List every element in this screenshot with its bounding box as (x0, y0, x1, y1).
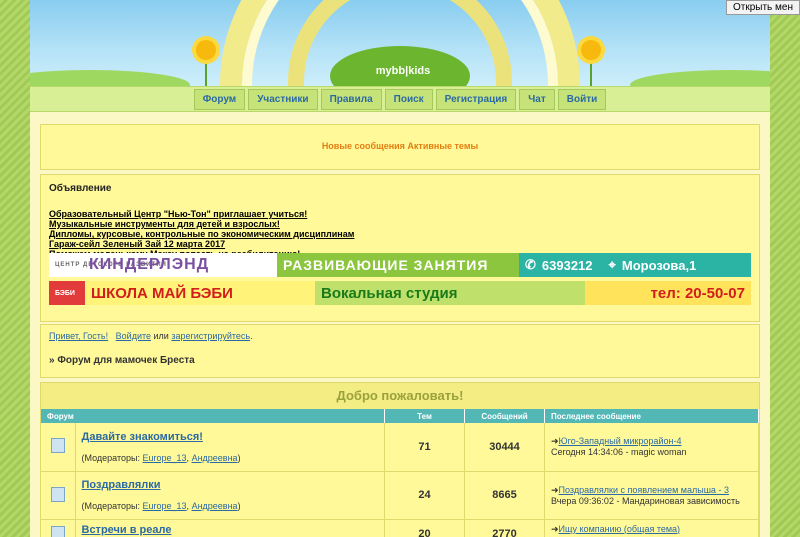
new-posts-box: Новые сообщения Активные темы (40, 124, 760, 170)
nav-login[interactable]: Войти (557, 88, 607, 110)
table-row: Поздравлялки (Модераторы: Europe_13, Анд… (41, 471, 759, 520)
topics-count: 71 (384, 423, 465, 472)
banner-activity: РАЗВИВАЮЩИЕ ЗАНЯТИЯ (277, 253, 519, 277)
banner-studio: Вокальная студия (315, 281, 585, 305)
main-navigation: Форум Участники Правила Поиск Регистраци… (30, 86, 770, 112)
banner-brand: КИНДЕРЛЭНД (89, 256, 210, 273)
kinderland-banner[interactable]: ЦЕНТР ДЕТСКОГО РАЗВИТИЯ КИНДЕРЛЭНД РАЗВИ… (49, 253, 751, 277)
table-row: Встречи в реале 20 2770 ➜Ищу компанию (о… (41, 519, 759, 537)
last-post-info: Сегодня 14:34:06 - magic woman (551, 447, 687, 458)
forum-table: Форум Тем Сообщений Последнее сообщение … (41, 409, 759, 537)
forum-list: Добро пожаловать! Форум Тем Сообщений По… (40, 382, 760, 537)
banner-phone: тел: 20-50-07 (585, 281, 751, 305)
forum-link[interactable]: Давайте знакомиться! (82, 431, 385, 443)
hill-left-decoration (30, 70, 190, 86)
page-content: Новые сообщения Активные темы Объявление… (30, 112, 770, 537)
arrow-icon: ➜ (551, 523, 559, 534)
sunflower-icon (581, 40, 601, 60)
nav-chat[interactable]: Чат (519, 88, 555, 110)
guest-greeting-link[interactable]: Привет, Гость! (49, 331, 108, 341)
column-posts: Сообщений (464, 409, 545, 423)
site-header: mybb|kids (30, 0, 770, 86)
phone-icon: ✆ (525, 257, 536, 272)
topics-count: 24 (384, 471, 465, 520)
forum-icon (50, 438, 65, 454)
nav-forum[interactable]: Форум (193, 88, 246, 110)
table-row: Давайте знакомиться! (Модераторы: Europe… (41, 423, 759, 472)
nav-search[interactable]: Поиск (384, 88, 433, 110)
arrow-icon: ➜ (551, 484, 559, 495)
moderator-link[interactable]: Europe_13 (143, 501, 187, 511)
forum-icon (50, 486, 65, 502)
nav-rules[interactable]: Правила (320, 88, 382, 110)
forum-category-title: Добро пожаловать! (41, 383, 759, 409)
moderator-link[interactable]: Андреевна (192, 501, 238, 511)
my-baby-banner[interactable]: БЭБИ ШКОЛА МАЙ БЭБИ Вокальная студия тел… (49, 281, 751, 305)
banner-phone: 6393212 (541, 257, 593, 273)
moderator-link[interactable]: Europe_13 (143, 453, 187, 463)
forum-icon (50, 525, 65, 537)
breadcrumb: » Форум для мамочек Бреста (49, 355, 195, 366)
column-forum: Форум (41, 409, 385, 423)
hill-right-decoration (630, 70, 770, 86)
nav-register[interactable]: Регистрация (435, 88, 517, 110)
announcement-box: Объявление Образовательный Центр "Нью-То… (40, 174, 760, 322)
nav-members[interactable]: Участники (248, 88, 318, 110)
last-post-link[interactable]: Поздравлялки с появлением малыша - 3 (559, 485, 729, 495)
banner-logo: БЭБИ (49, 281, 85, 305)
moderator-link[interactable]: Андреевна (192, 453, 238, 463)
announcement-link[interactable]: Дипломы, курсовые, контрольные по эконом… (49, 229, 751, 239)
moderators: (Модераторы: Europe_13, Андреевна) (81, 501, 241, 511)
announcement-link[interactable]: Образовательный Центр "Нью-Тон" приглаша… (49, 209, 751, 219)
sunflower-icon (196, 40, 216, 60)
announcement-link[interactable]: Гараж-сейл Зеленый Зай 12 марта 2017 (49, 239, 751, 249)
posts-count: 30444 (464, 423, 545, 472)
moderators: (Модераторы: Europe_13, Андреевна) (81, 452, 241, 463)
banner-brand-sub: ЦЕНТР ДЕТСКОГО РАЗВИТИЯ (55, 262, 167, 268)
last-post-info: Вчера 09:36:02 - Мандариновая зависимост… (551, 495, 740, 506)
last-post-link[interactable]: Ищу компанию (общая тема) (559, 524, 681, 534)
forum-link[interactable]: Поздравлялки (82, 479, 385, 491)
new-posts-links[interactable]: Новые сообщения Активные темы (322, 141, 478, 151)
column-last-post: Последнее сообщение (544, 409, 759, 423)
register-link[interactable]: зарегистрируйтесь (171, 331, 250, 341)
arrow-icon: ➜ (551, 436, 559, 447)
open-menu-button[interactable]: Открыть мен (725, 0, 800, 15)
banner-school: ШКОЛА МАЙ БЭБИ (85, 281, 315, 305)
last-post-link[interactable]: Юго-Западный микрорайон-4 (559, 436, 682, 446)
posts-count: 2770 (464, 519, 545, 537)
announcement-title: Объявление (49, 183, 112, 194)
posts-count: 8665 (464, 471, 545, 520)
welcome-line: Привет, Гость! Войдите или зарегистрируй… (49, 331, 253, 341)
site-logo[interactable]: mybb|kids (348, 65, 458, 77)
login-link[interactable]: Войдите (116, 331, 151, 341)
banner-address: Морозова,1 (621, 257, 697, 273)
location-icon: ⌖ (608, 257, 616, 272)
welcome-box: Привет, Гость! Войдите или зарегистрируй… (40, 324, 760, 378)
announcement-link[interactable]: Музыкальные инструменты для детей и взро… (49, 219, 751, 229)
column-topics: Тем (384, 409, 465, 423)
topics-count: 20 (384, 519, 465, 537)
forum-link[interactable]: Встречи в реале (82, 524, 385, 536)
